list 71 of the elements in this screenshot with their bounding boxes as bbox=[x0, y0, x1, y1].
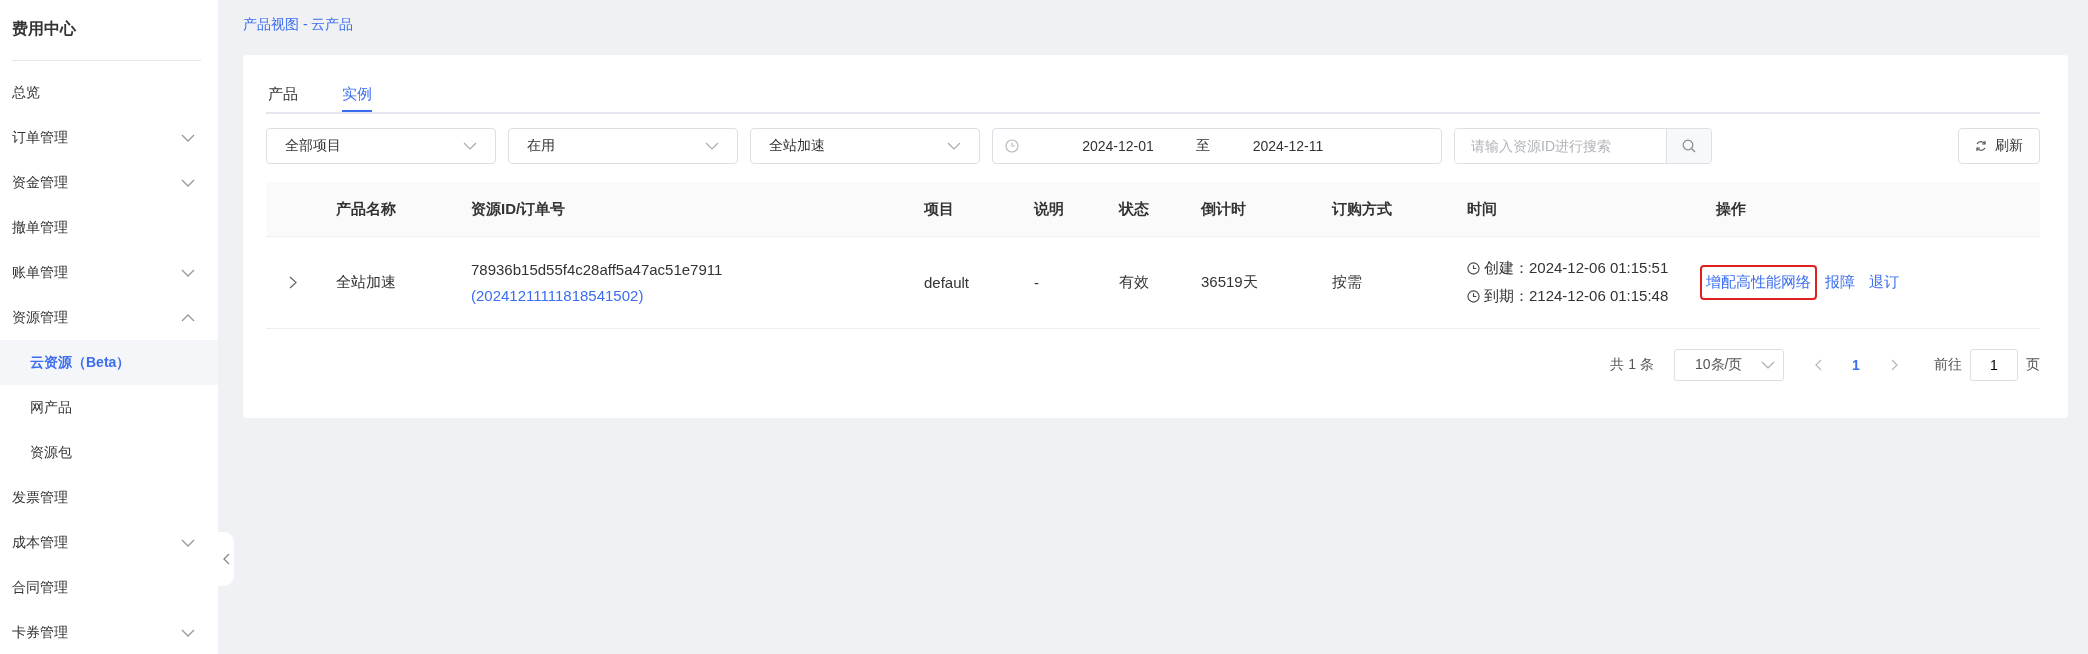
sidebar-item[interactable]: 合同管理 bbox=[0, 565, 218, 610]
chevron-down-icon bbox=[181, 538, 195, 547]
created-time: 创建：2024-12-06 01:15:51 bbox=[1484, 259, 1669, 278]
chevron-down-icon bbox=[1761, 361, 1775, 369]
tab[interactable]: 产品 bbox=[268, 85, 298, 112]
breadcrumb[interactable]: 产品视图 - 云产品 bbox=[243, 16, 354, 32]
sidebar-item[interactable]: 撤单管理 bbox=[0, 205, 218, 250]
chevron-left-icon[interactable] bbox=[1814, 359, 1822, 371]
sidebar-item[interactable]: 资源管理 bbox=[0, 295, 218, 340]
sidebar-subitem[interactable]: 网产品 bbox=[0, 385, 218, 430]
table-cell: - bbox=[1034, 274, 1039, 291]
table-cell: default bbox=[924, 274, 970, 291]
resource-id: 78936b15d55f4c28aff5a47ac51e7911 bbox=[471, 261, 724, 278]
chevron-up-icon bbox=[181, 313, 195, 322]
column-header: 操作 bbox=[1715, 199, 1747, 219]
action-link[interactable]: 退订 bbox=[1863, 265, 1905, 300]
page-suffix: 页 bbox=[2026, 356, 2040, 374]
page-number[interactable]: 1 bbox=[1836, 357, 1876, 373]
table-cell: 有效 bbox=[1119, 273, 1149, 290]
order-number-link[interactable]: (20241211111818541502) bbox=[471, 287, 908, 304]
filter-dropdown[interactable]: 全站加速 bbox=[750, 128, 980, 164]
column-header: 倒计时 bbox=[1199, 199, 1247, 219]
column-header: 时间 bbox=[1466, 199, 1498, 219]
table-cell: 全站加速 bbox=[336, 273, 396, 290]
chevron-down-icon bbox=[463, 142, 477, 150]
column-header: 订购方式 bbox=[1330, 199, 1393, 219]
chevron-right-icon[interactable] bbox=[289, 276, 297, 289]
filter-dropdown[interactable]: 全部项目 bbox=[266, 128, 496, 164]
collapse-sidebar-button[interactable] bbox=[218, 532, 234, 586]
sidebar-subitem[interactable]: 资源包 bbox=[0, 430, 218, 475]
chevron-down-icon bbox=[181, 628, 195, 637]
chevron-down-icon bbox=[947, 142, 961, 150]
filter-dropdown[interactable]: 在用 bbox=[508, 128, 738, 164]
chevron-down-icon bbox=[181, 268, 195, 277]
chevron-down-icon bbox=[181, 178, 195, 187]
sidebar-item[interactable]: 资金管理 bbox=[0, 160, 218, 205]
chevron-down-icon bbox=[181, 133, 195, 142]
chevron-left-icon bbox=[222, 553, 230, 565]
tab[interactable]: 实例 bbox=[342, 85, 372, 112]
total-count: 共 1 条 bbox=[1610, 356, 1654, 374]
sidebar-item[interactable]: 发票管理 bbox=[0, 475, 218, 520]
search-button[interactable] bbox=[1666, 129, 1711, 163]
sidebar-item[interactable]: 卡券管理 bbox=[0, 610, 218, 654]
sidebar-title: 费用中心 bbox=[11, 19, 77, 39]
sidebar-subitem[interactable]: 云资源（Beta） bbox=[0, 340, 218, 385]
search-field[interactable]: 请输入资源ID进行搜索 bbox=[1454, 128, 1712, 164]
refresh-button[interactable]: 刷新 bbox=[1958, 128, 2040, 164]
column-header: 资源ID/订单号 bbox=[470, 199, 567, 219]
clock-icon bbox=[1005, 139, 1019, 153]
sidebar-item[interactable]: 账单管理 bbox=[0, 250, 218, 295]
page-input[interactable]: 1 bbox=[1970, 349, 2018, 381]
search-icon bbox=[1682, 139, 1696, 153]
sidebar-item[interactable]: 成本管理 bbox=[0, 520, 218, 565]
table-cell: 按需 bbox=[1332, 273, 1362, 290]
sidebar-item[interactable]: 总览 bbox=[0, 70, 218, 115]
action-link[interactable]: 报障 bbox=[1819, 265, 1861, 300]
column-header: 状态 bbox=[1117, 199, 1150, 219]
column-header: 项目 bbox=[923, 199, 955, 219]
goto-label: 前往 bbox=[1934, 356, 1962, 374]
sidebar-item[interactable]: 订单管理 bbox=[0, 115, 218, 160]
column-header: 产品名称 bbox=[335, 199, 397, 219]
refresh-icon bbox=[1975, 140, 1987, 152]
clock-icon bbox=[1467, 290, 1480, 303]
chevron-down-icon bbox=[705, 142, 719, 150]
clock-icon bbox=[1467, 262, 1480, 275]
page-size-dropdown[interactable]: 10条/页 bbox=[1674, 349, 1784, 381]
action-link[interactable]: 增配高性能网络 bbox=[1700, 265, 1817, 300]
table-cell: 36519天 bbox=[1201, 273, 1258, 290]
column-header: 说明 bbox=[1032, 199, 1065, 219]
date-range-field[interactable]: 2024-12-01 至 2024-12-11 bbox=[992, 128, 1442, 164]
expiry-time: 到期：2124-12-06 01:15:48 bbox=[1484, 287, 1669, 306]
